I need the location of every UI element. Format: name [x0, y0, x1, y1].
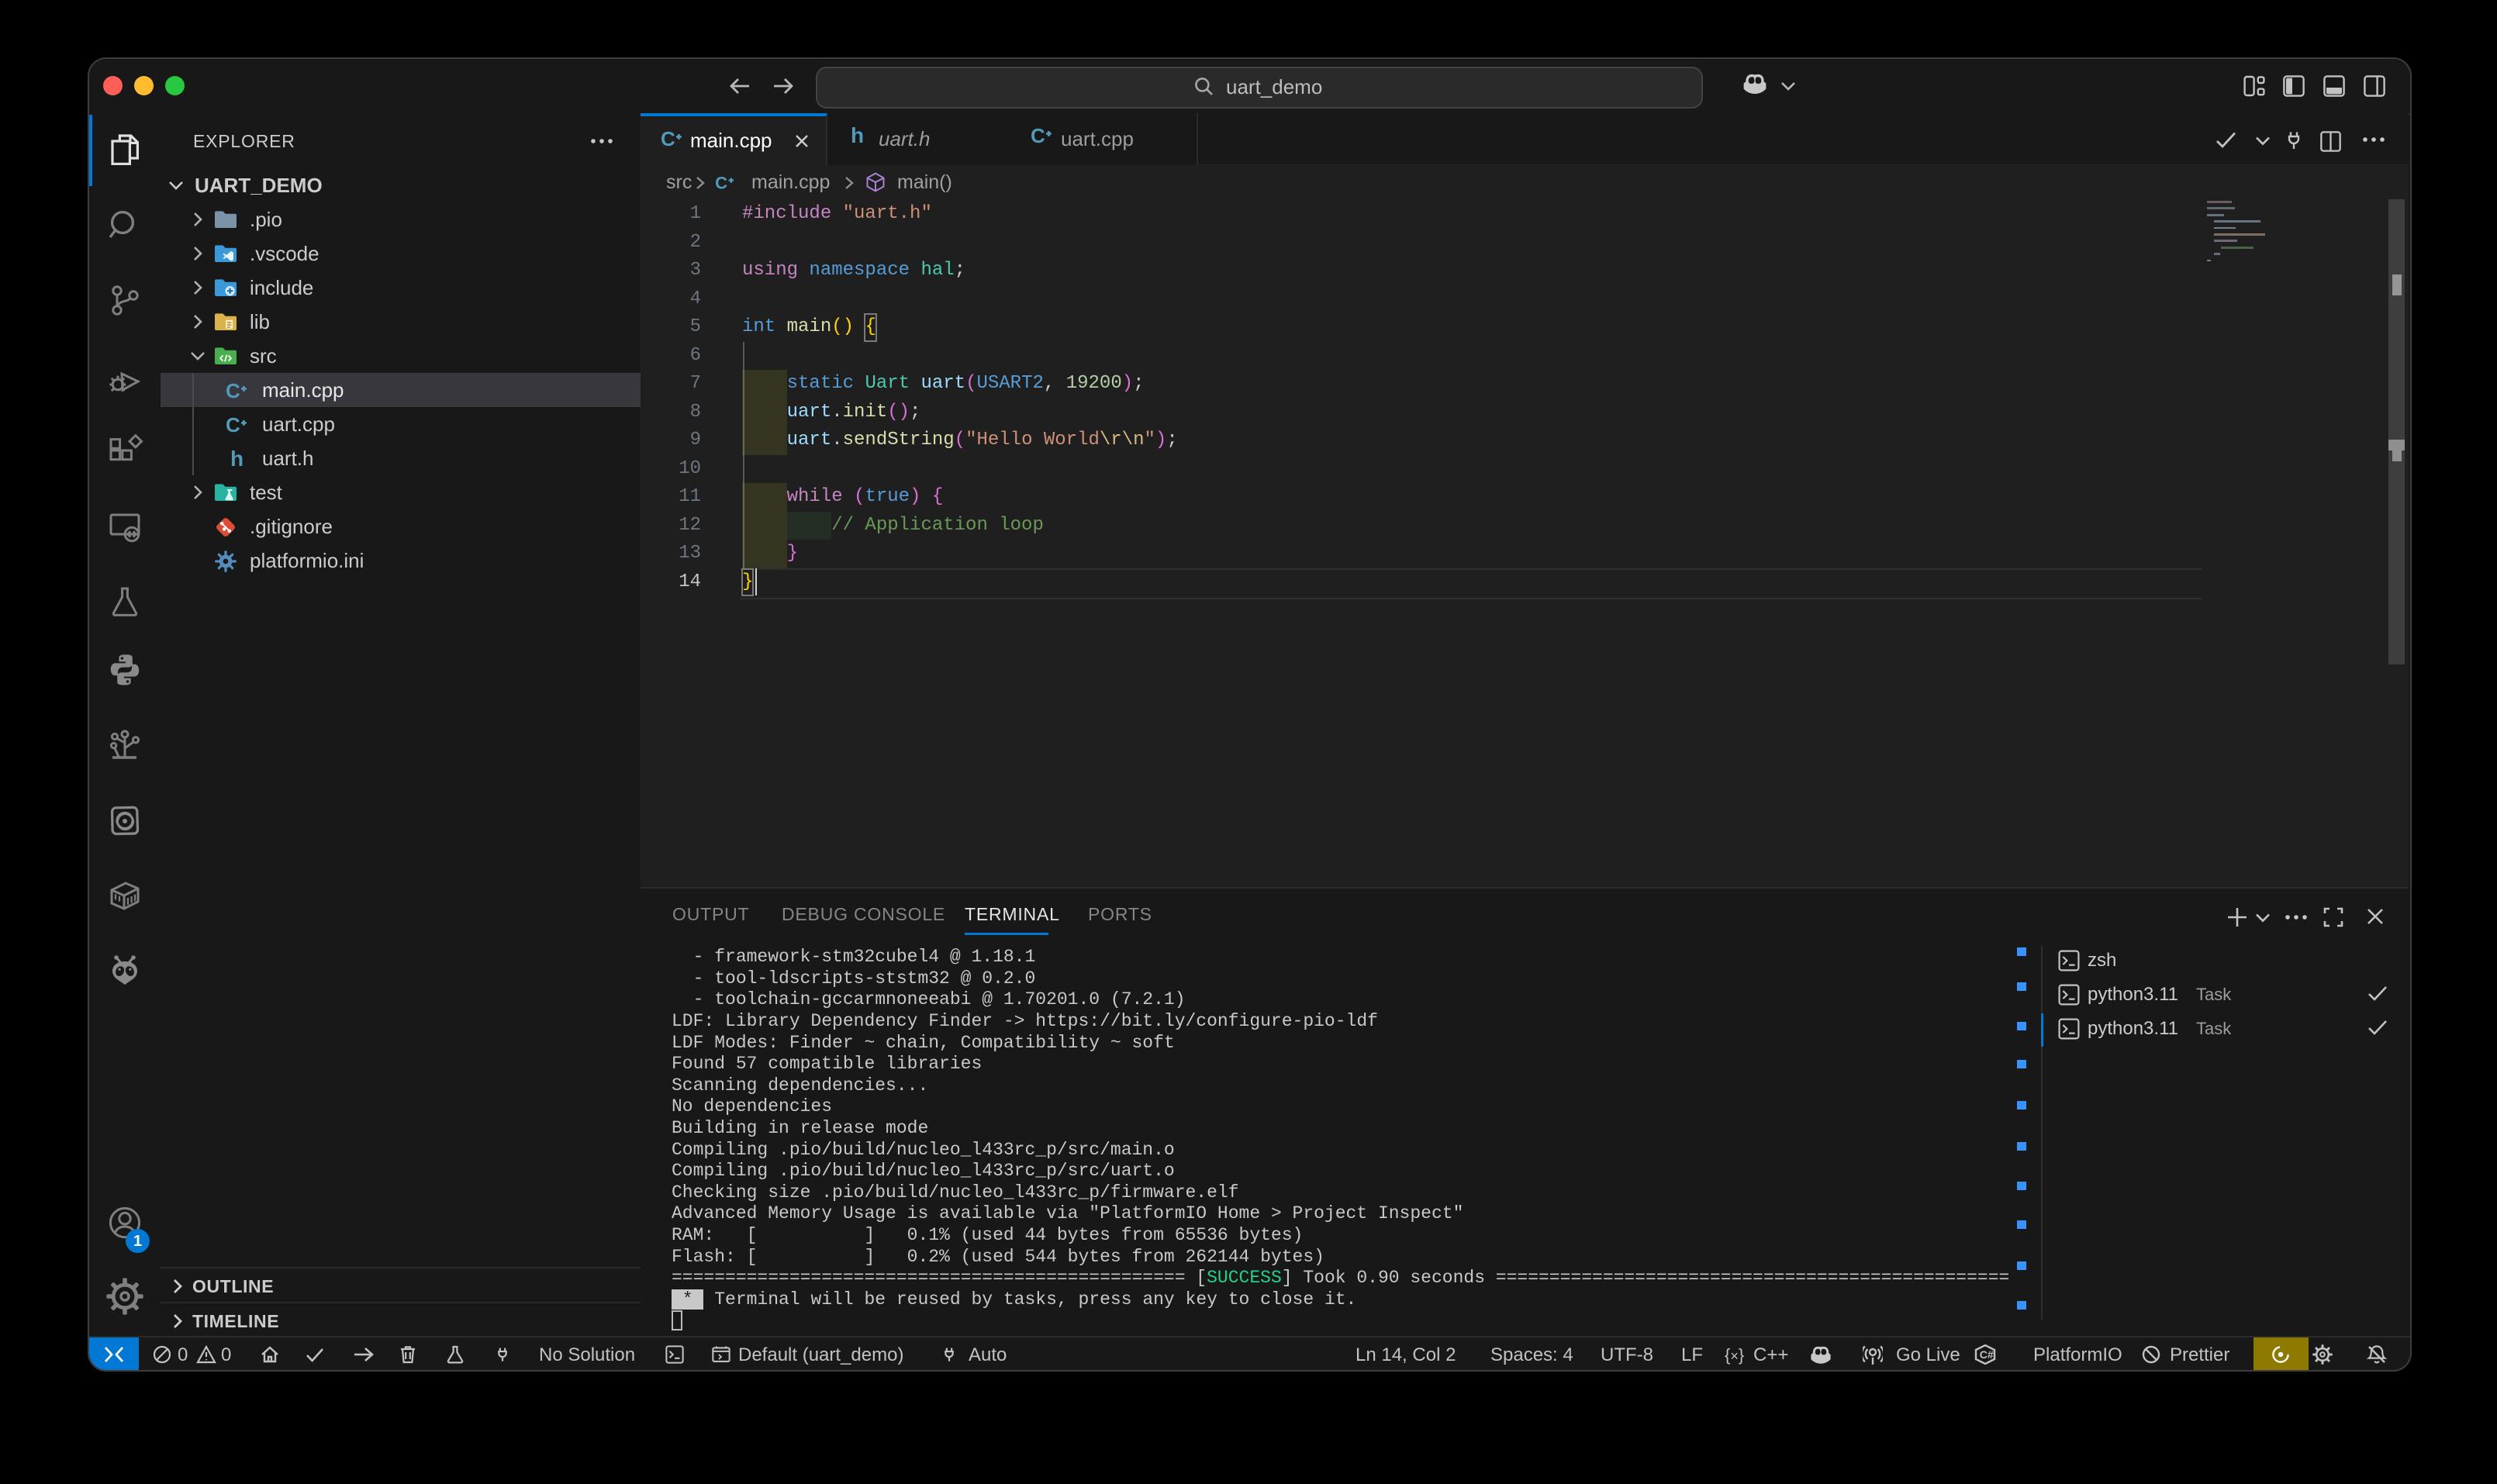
- svg-text:h: h: [851, 124, 864, 146]
- svg-text:h: h: [230, 447, 243, 469]
- svg-text:C: C: [1031, 126, 1045, 146]
- svg-text:C#: C#: [1980, 1348, 1994, 1361]
- svg-text:C: C: [226, 415, 240, 435]
- svg-text:C: C: [661, 129, 675, 149]
- svg-text:C: C: [715, 173, 727, 192]
- svg-text:C: C: [226, 381, 240, 401]
